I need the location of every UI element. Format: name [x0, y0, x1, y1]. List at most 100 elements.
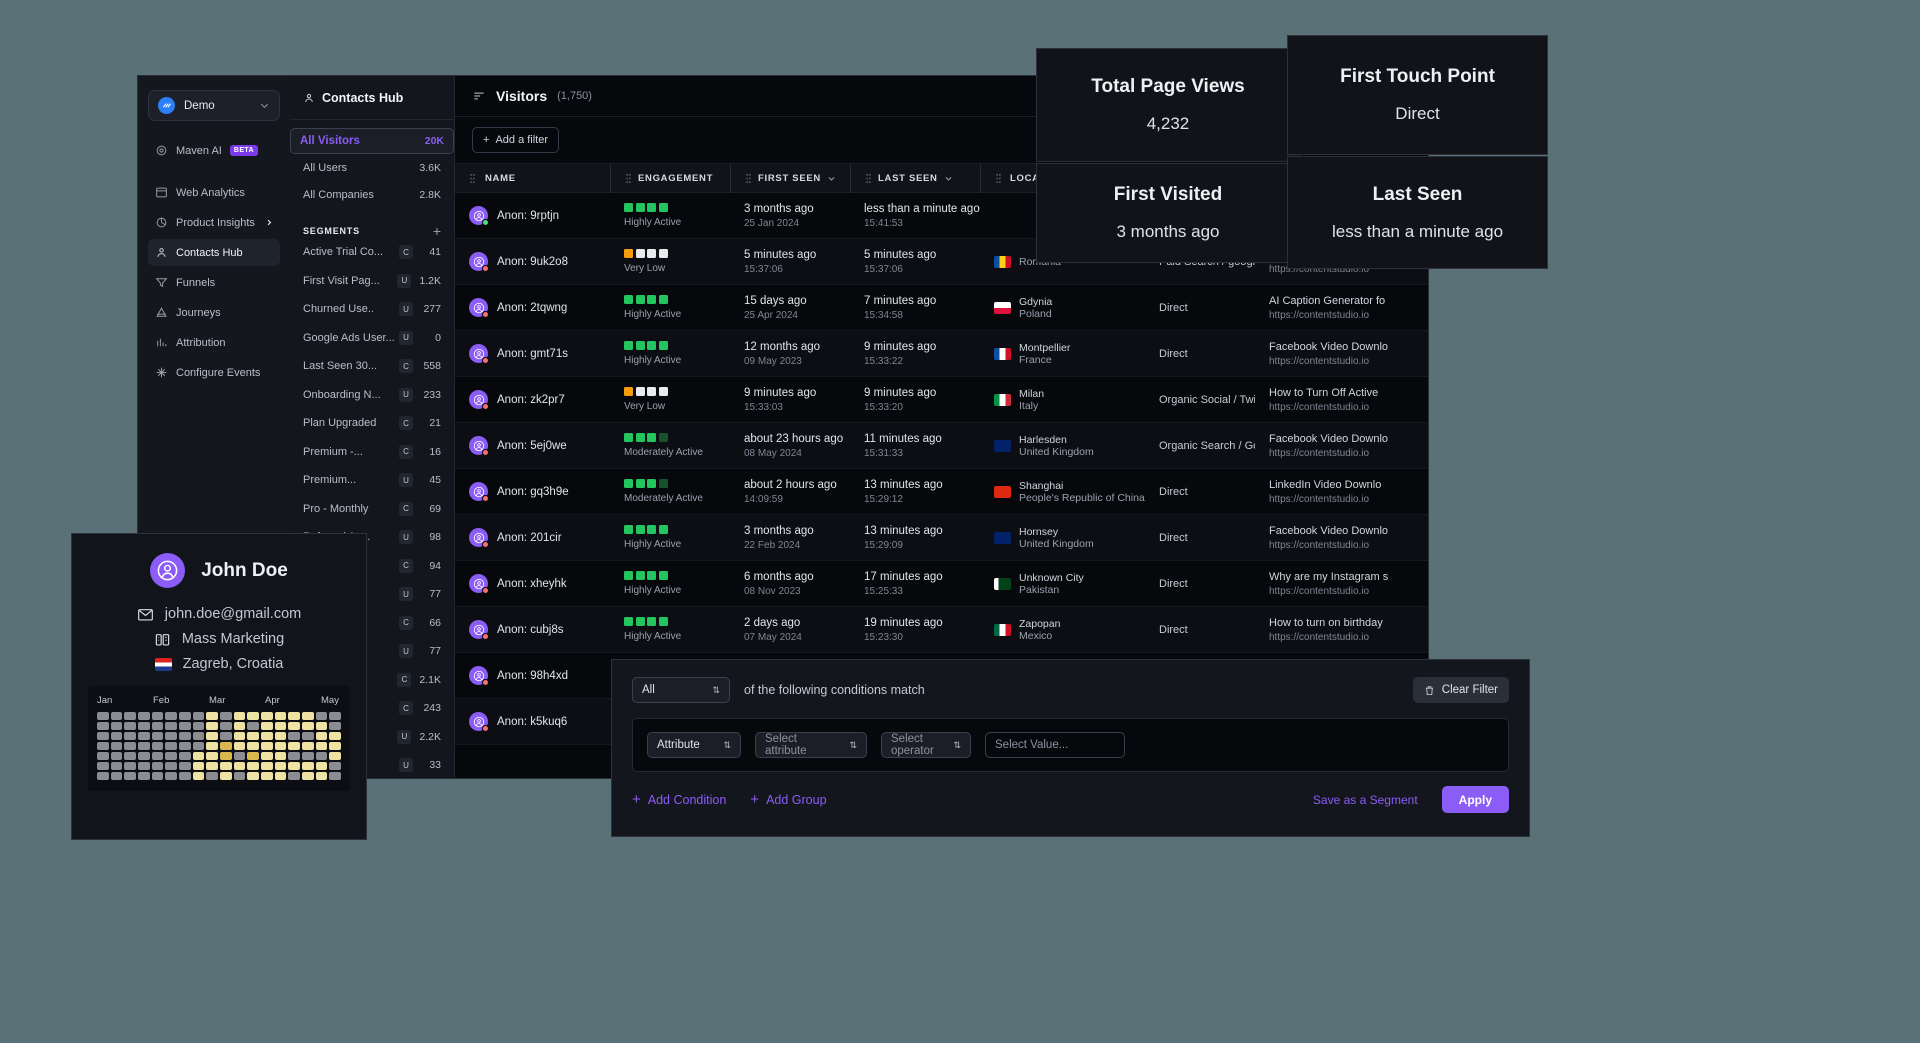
- heatmap-cell[interactable]: [275, 742, 287, 750]
- segment-item[interactable]: Last Seen 30...C558: [290, 352, 454, 381]
- heatmap-cell[interactable]: [165, 742, 177, 750]
- heatmap-cell[interactable]: [288, 752, 300, 760]
- add-filter-button[interactable]: + Add a filter: [472, 127, 559, 153]
- heatmap-cell[interactable]: [247, 762, 259, 770]
- heatmap-cell[interactable]: [152, 742, 164, 750]
- heatmap-cell[interactable]: [138, 722, 150, 730]
- heatmap-cell[interactable]: [206, 732, 218, 740]
- segment-item[interactable]: Google Ads User...U0: [290, 324, 454, 353]
- heatmap-cell[interactable]: [206, 722, 218, 730]
- heatmap-cell[interactable]: [111, 752, 123, 760]
- heatmap-cell[interactable]: [302, 742, 314, 750]
- segment-item[interactable]: Pro - MonthlyC69: [290, 495, 454, 524]
- heatmap-cell[interactable]: [234, 712, 246, 720]
- column-header-engagement[interactable]: ENGAGEMENT: [610, 164, 730, 193]
- heatmap-cell[interactable]: [206, 762, 218, 770]
- heatmap-cell[interactable]: [165, 762, 177, 770]
- heatmap-cell[interactable]: [220, 762, 232, 770]
- list-item-all-users[interactable]: All Users 3.6K: [290, 154, 454, 181]
- heatmap-cell[interactable]: [220, 752, 232, 760]
- segment-item[interactable]: Active Trial Co...C41: [290, 238, 454, 267]
- table-row[interactable]: Anon: zk2pr7Very Low9 minutes ago15:33:0…: [455, 377, 1428, 423]
- sidebar-item-product-insights[interactable]: Product Insights: [148, 209, 280, 236]
- heatmap-cell[interactable]: [261, 732, 273, 740]
- heatmap-cell[interactable]: [234, 732, 246, 740]
- column-header-name[interactable]: NAME: [455, 164, 610, 193]
- heatmap-cell[interactable]: [288, 742, 300, 750]
- heatmap-cell[interactable]: [206, 752, 218, 760]
- list-item-all-companies[interactable]: All Companies 2.8K: [290, 181, 454, 208]
- heatmap-cell[interactable]: [138, 762, 150, 770]
- column-header-first-seen[interactable]: FIRST SEEN: [730, 164, 850, 193]
- heatmap-cell[interactable]: [111, 722, 123, 730]
- heatmap-cell[interactable]: [302, 722, 314, 730]
- save-as-segment-button[interactable]: Save as a Segment: [1313, 793, 1418, 807]
- heatmap-cell[interactable]: [193, 742, 205, 750]
- heatmap-cell[interactable]: [97, 742, 109, 750]
- heatmap-cell[interactable]: [179, 762, 191, 770]
- heatmap-cell[interactable]: [124, 772, 136, 780]
- heatmap-cell[interactable]: [220, 772, 232, 780]
- heatmap-cell[interactable]: [302, 762, 314, 770]
- table-row[interactable]: Anon: gq3h9eModerately Activeabout 2 hou…: [455, 469, 1428, 515]
- heatmap-cell[interactable]: [316, 732, 328, 740]
- heatmap-cell[interactable]: [179, 722, 191, 730]
- heatmap-cell[interactable]: [275, 732, 287, 740]
- segment-item[interactable]: Premium -...C16: [290, 438, 454, 467]
- heatmap-cell[interactable]: [97, 752, 109, 760]
- apply-button[interactable]: Apply: [1442, 786, 1509, 813]
- heatmap-cell[interactable]: [247, 742, 259, 750]
- heatmap-cell[interactable]: [165, 722, 177, 730]
- heatmap-cell[interactable]: [179, 742, 191, 750]
- value-input[interactable]: Select Value...: [985, 732, 1125, 758]
- add-group-button[interactable]: + Add Group: [750, 792, 826, 807]
- heatmap-cell[interactable]: [193, 722, 205, 730]
- heatmap-cell[interactable]: [288, 712, 300, 720]
- heatmap-cell[interactable]: [247, 722, 259, 730]
- heatmap-cell[interactable]: [247, 752, 259, 760]
- heatmap-cell[interactable]: [275, 772, 287, 780]
- heatmap-cell[interactable]: [206, 712, 218, 720]
- heatmap-cell[interactable]: [329, 762, 341, 770]
- table-row[interactable]: Anon: 5ej0weModerately Activeabout 23 ho…: [455, 423, 1428, 469]
- heatmap-cell[interactable]: [152, 752, 164, 760]
- heatmap-cell[interactable]: [288, 732, 300, 740]
- list-item-all-visitors[interactable]: All Visitors 20K: [290, 128, 454, 154]
- heatmap-cell[interactable]: [97, 772, 109, 780]
- heatmap-cell[interactable]: [329, 732, 341, 740]
- heatmap-cell[interactable]: [138, 742, 150, 750]
- heatmap-cell[interactable]: [275, 712, 287, 720]
- plus-icon[interactable]: +: [433, 224, 441, 238]
- org-switcher[interactable]: Demo: [148, 90, 280, 121]
- heatmap-cell[interactable]: [152, 712, 164, 720]
- column-header-last-seen[interactable]: LAST SEEN: [850, 164, 980, 193]
- heatmap-cell[interactable]: [261, 742, 273, 750]
- add-condition-button[interactable]: + Add Condition: [632, 792, 726, 807]
- heatmap-cell[interactable]: [111, 772, 123, 780]
- heatmap-cell[interactable]: [220, 732, 232, 740]
- heatmap-cell[interactable]: [261, 752, 273, 760]
- heatmap-cell[interactable]: [288, 722, 300, 730]
- sidebar-item-maven-ai[interactable]: Maven AI BETA: [148, 137, 280, 164]
- heatmap-cell[interactable]: [316, 712, 328, 720]
- heatmap-cell[interactable]: [288, 762, 300, 770]
- heatmap-cell[interactable]: [261, 722, 273, 730]
- segment-item[interactable]: Onboarding N...U233: [290, 381, 454, 410]
- heatmap-cell[interactable]: [124, 712, 136, 720]
- heatmap-cell[interactable]: [111, 742, 123, 750]
- heatmap-cell[interactable]: [138, 712, 150, 720]
- heatmap-cell[interactable]: [329, 772, 341, 780]
- heatmap-cell[interactable]: [220, 722, 232, 730]
- heatmap-cell[interactable]: [165, 772, 177, 780]
- heatmap-cell[interactable]: [316, 772, 328, 780]
- table-row[interactable]: Anon: xheyhkHighly Active6 months ago08 …: [455, 561, 1428, 607]
- heatmap-cell[interactable]: [165, 712, 177, 720]
- segment-item[interactable]: First Visit Pag...U1.2K: [290, 267, 454, 296]
- heatmap-cell[interactable]: [111, 712, 123, 720]
- heatmap-cell[interactable]: [302, 732, 314, 740]
- heatmap-cell[interactable]: [329, 752, 341, 760]
- sidebar-item-journeys[interactable]: Journeys: [148, 299, 280, 326]
- heatmap-cell[interactable]: [152, 722, 164, 730]
- heatmap-cell[interactable]: [179, 712, 191, 720]
- sidebar-item-configure-events[interactable]: Configure Events: [148, 359, 280, 386]
